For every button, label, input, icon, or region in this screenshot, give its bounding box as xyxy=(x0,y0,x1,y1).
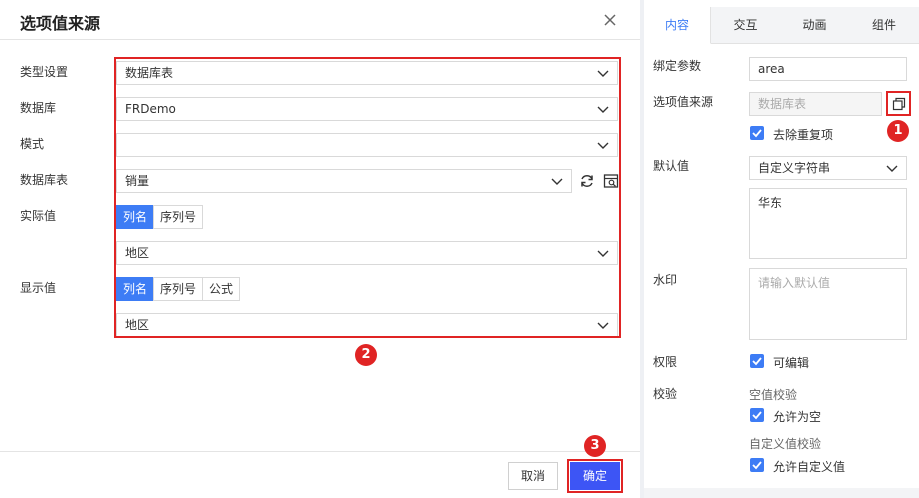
allow-empty-label: 允许为空 xyxy=(773,410,822,424)
dialog-header-divider xyxy=(0,39,640,40)
watermark-textarea[interactable]: 请输入默认值 xyxy=(749,268,907,340)
tab-component[interactable]: 组件 xyxy=(849,7,919,44)
option-source-input: 数据库表 xyxy=(749,92,882,116)
schema-label: 模式 xyxy=(20,137,45,151)
type-label: 类型设置 xyxy=(20,65,69,79)
permission-label: 权限 xyxy=(653,355,678,369)
highlight-box-confirm xyxy=(567,459,623,493)
panel-bottom-strip xyxy=(644,488,919,498)
close-icon[interactable] xyxy=(600,10,620,30)
cancel-button[interactable]: 取消 xyxy=(508,462,558,490)
default-value-label: 默认值 xyxy=(653,159,690,173)
watermark-label: 水印 xyxy=(653,273,678,287)
bind-param-label: 绑定参数 xyxy=(653,59,702,73)
dedupe-checkbox[interactable] xyxy=(750,126,764,140)
default-value-type-select[interactable]: 自定义字符串 xyxy=(749,156,907,180)
dialog-footer-divider xyxy=(0,451,640,452)
tab-animation[interactable]: 动画 xyxy=(780,7,849,44)
empty-check-title: 空值校验 xyxy=(749,388,798,402)
dialog-title: 选项值来源 xyxy=(20,14,101,33)
chevron-down-icon xyxy=(886,165,898,172)
database-label: 数据库 xyxy=(20,101,57,115)
option-source-label: 选项值来源 xyxy=(653,95,714,109)
validation-label: 校验 xyxy=(653,387,678,401)
panel-tabs: 内容 交互 动画 组件 xyxy=(644,7,919,44)
dedupe-label: 去除重复项 xyxy=(773,128,834,142)
display-value-label: 显示值 xyxy=(20,281,57,295)
actual-value-label: 实际值 xyxy=(20,209,57,223)
editable-checkbox[interactable] xyxy=(750,354,764,368)
table-label: 数据库表 xyxy=(20,173,69,187)
step-badge-1: 1 xyxy=(887,120,909,142)
edit-option-source-button[interactable] xyxy=(886,91,911,116)
bind-param-input[interactable]: area xyxy=(749,57,907,81)
allow-custom-label: 允许自定义值 xyxy=(773,460,846,474)
allow-empty-checkbox[interactable] xyxy=(750,408,764,422)
step-badge-3: 3 xyxy=(584,435,606,457)
default-value-textarea[interactable]: 华东 xyxy=(749,188,907,259)
default-value-type-value: 自定义字符串 xyxy=(758,161,831,175)
highlight-box-form xyxy=(114,57,621,338)
tab-interaction[interactable]: 交互 xyxy=(711,7,780,44)
editable-label: 可编辑 xyxy=(773,356,810,370)
step-badge-2: 2 xyxy=(355,344,377,366)
custom-check-title: 自定义值校验 xyxy=(749,437,822,451)
copy-icon xyxy=(892,97,906,111)
allow-custom-checkbox[interactable] xyxy=(750,458,764,472)
tab-content[interactable]: 内容 xyxy=(644,7,711,44)
